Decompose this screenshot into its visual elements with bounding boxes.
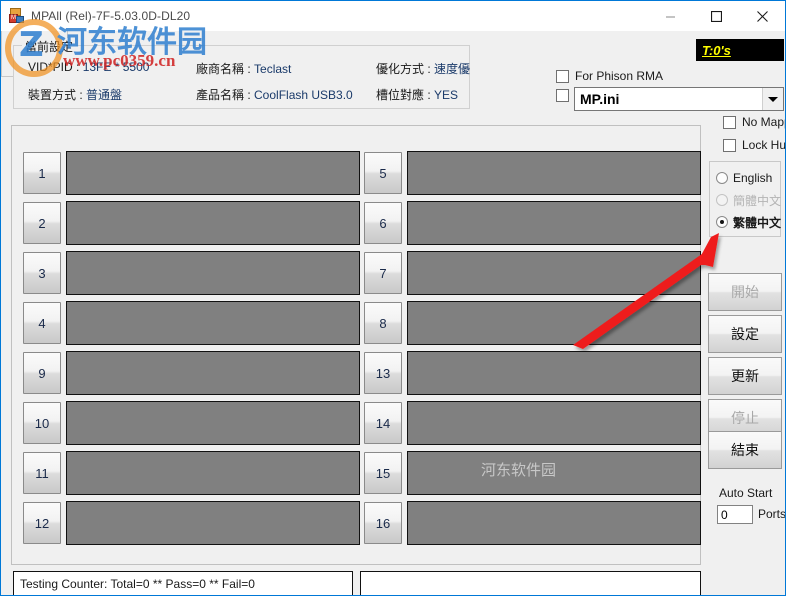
slot-status-bar	[66, 501, 360, 545]
port-slot[interactable]: 3	[19, 248, 360, 298]
language-label-simplified-chinese: 簡體中文	[733, 193, 782, 208]
phison-rma-checkbox-row[interactable]: For Phison RMA	[556, 69, 663, 83]
port-slot[interactable]: 9	[19, 348, 360, 398]
slot-button[interactable]: 11	[23, 452, 61, 494]
testing-counter-bar: Testing Counter: Total=0 ** Pass=0 ** Fa…	[13, 571, 353, 595]
slot-button[interactable]: 8	[364, 302, 402, 344]
slot-status-bar	[66, 301, 360, 345]
port-slot[interactable]: 13	[360, 348, 701, 398]
slot-button[interactable]: 7	[364, 252, 402, 294]
ini-file-combobox[interactable]: MP.ini	[574, 87, 784, 111]
lock-hub-checkbox-row[interactable]: Lock Hub	[723, 138, 786, 152]
port-slots-left-column: 1 2 3 4 9 10 11 12	[19, 148, 360, 548]
exit-button[interactable]: 結束	[708, 431, 782, 469]
log-output-bar	[360, 571, 701, 595]
ini-file-value: MP.ini	[580, 91, 620, 107]
timer-badge: T:0's	[696, 39, 784, 61]
slot-button[interactable]: 1	[23, 152, 61, 194]
timer-badge-text: T:0's	[702, 42, 731, 58]
port-slot[interactable]: 7	[360, 248, 701, 298]
radio-english[interactable]	[716, 172, 728, 184]
slot-button[interactable]: 2	[23, 202, 61, 244]
mpall-window: M MPAll (Rel)-7F-5.03.0D-DL20 當前設定 VID*P…	[0, 0, 786, 596]
slot-status-bar	[407, 451, 701, 495]
slot-button[interactable]: 12	[23, 502, 61, 544]
phison-rma-label: For Phison RMA	[575, 69, 664, 83]
port-slot[interactable]: 14	[360, 398, 701, 448]
slot-status-bar	[407, 251, 701, 295]
port-slot[interactable]: 4	[19, 298, 360, 348]
ini-enable-checkbox[interactable]	[556, 89, 569, 102]
language-option-english[interactable]: English	[716, 167, 780, 189]
port-slot[interactable]: 11	[19, 448, 360, 498]
f1-indicator-box: F1	[1, 1, 420, 321]
language-option-simplified-chinese: 簡體中文	[716, 189, 782, 211]
port-slot[interactable]: 2	[19, 198, 360, 248]
port-slot[interactable]: 5	[360, 148, 701, 198]
slot-button[interactable]: 3	[23, 252, 61, 294]
port-slot[interactable]: 1	[19, 148, 360, 198]
slot-button[interactable]: 14	[364, 402, 402, 444]
setup-button[interactable]: 設定	[708, 315, 782, 353]
slot-status-bar	[66, 201, 360, 245]
lock-hub-label: Lock Hub	[742, 138, 786, 152]
port-slot[interactable]: 15	[360, 448, 701, 498]
slot-button[interactable]: 16	[364, 502, 402, 544]
auto-start-ports-input[interactable]: 0	[717, 505, 753, 524]
slot-button[interactable]: 5	[364, 152, 402, 194]
port-slot[interactable]: 16	[360, 498, 701, 548]
language-option-traditional-chinese[interactable]: 繁體中文	[716, 211, 782, 233]
language-label-traditional-chinese: 繁體中文	[733, 215, 782, 230]
lock-hub-checkbox[interactable]	[723, 138, 736, 152]
port-slot[interactable]: 10	[19, 398, 360, 448]
slot-status-bar	[407, 501, 701, 545]
slot-status-bar	[66, 451, 360, 495]
ports-unit-label: Ports	[758, 507, 786, 521]
slot-status-bar	[407, 201, 701, 245]
ini-enable-checkbox-row[interactable]	[556, 89, 575, 102]
slot-button[interactable]: 13	[364, 352, 402, 394]
slot-status-bar	[66, 251, 360, 295]
port-slots-right-column: 5 6 7 8 13 14 15 16	[360, 148, 701, 548]
port-slot[interactable]: 12	[19, 498, 360, 548]
slot-status-bar	[66, 151, 360, 195]
no-mapping-label: No Mapping	[742, 115, 785, 129]
slot-button[interactable]: 15	[364, 452, 402, 494]
port-slots-panel: 1 2 3 4 9 10 11 12 5 6 7 8 13 14 15 16	[11, 125, 701, 565]
phison-rma-checkbox[interactable]	[556, 69, 569, 83]
start-button[interactable]: 開始	[708, 273, 782, 311]
port-slot[interactable]: 8	[360, 298, 701, 348]
slot-button[interactable]: 6	[364, 202, 402, 244]
auto-start-label: Auto Start	[719, 486, 773, 500]
language-label-english: English	[733, 171, 773, 185]
slot-status-bar	[66, 351, 360, 395]
ini-file-dropdown-button[interactable]	[762, 88, 783, 110]
no-mapping-checkbox[interactable]	[723, 115, 736, 129]
slot-status-bar	[407, 351, 701, 395]
chevron-down-icon	[768, 96, 778, 102]
radio-traditional-chinese[interactable]	[716, 216, 728, 228]
slot-button[interactable]: 10	[23, 402, 61, 444]
update-button[interactable]: 更新	[708, 357, 782, 395]
slot-status-bar	[407, 401, 701, 445]
slot-button[interactable]: 4	[23, 302, 61, 344]
slot-button[interactable]: 9	[23, 352, 61, 394]
radio-simplified-chinese	[716, 194, 728, 206]
language-group: English 簡體中文 繁體中文	[709, 161, 781, 237]
slot-status-bar	[407, 151, 701, 195]
no-mapping-checkbox-row[interactable]: No Mapping	[723, 115, 785, 129]
slot-status-bar	[66, 401, 360, 445]
slot-status-bar	[407, 301, 701, 345]
port-slot[interactable]: 6	[360, 198, 701, 248]
